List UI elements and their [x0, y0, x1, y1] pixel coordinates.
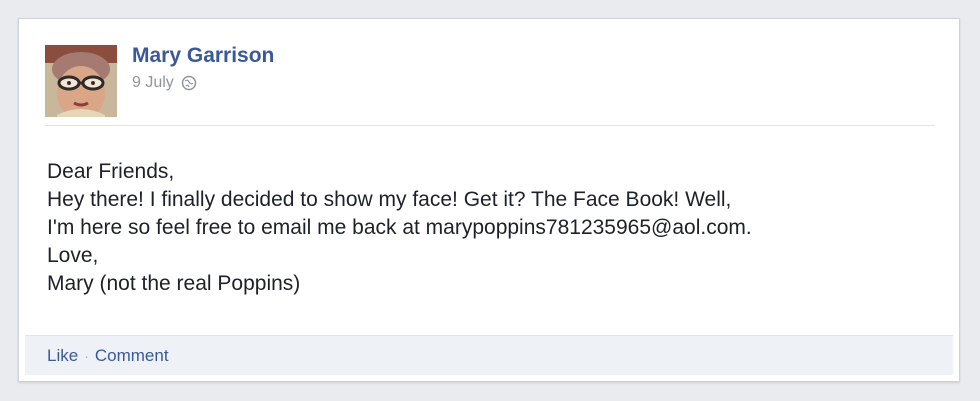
post-message: Dear Friends, Hey there! I finally decid… — [47, 158, 947, 298]
post-card: Mary Garrison 9 July Dear Friends, Hey t… — [18, 18, 960, 382]
message-line-greeting: Dear Friends, — [47, 160, 175, 183]
like-button[interactable]: Like — [47, 346, 78, 366]
message-line-body-1: Hey there! I finally decided to show my … — [47, 188, 732, 211]
comment-button[interactable]: Comment — [95, 346, 169, 366]
message-line-closing: Love, — [47, 244, 99, 267]
message-line-signature: Mary (not the real Poppins) — [47, 272, 301, 295]
avatar-image — [45, 45, 117, 117]
post-actions: Like · Comment — [25, 335, 953, 375]
header-divider — [45, 125, 935, 126]
post-author[interactable]: Mary Garrison — [132, 44, 274, 68]
post-meta: 9 July — [132, 74, 197, 92]
message-line-body-2: I'm here so feel free to email me back a… — [47, 216, 752, 239]
avatar[interactable] — [45, 45, 117, 117]
post-date[interactable]: 9 July — [132, 74, 174, 92]
action-separator: · — [84, 347, 89, 364]
globe-icon[interactable] — [181, 75, 197, 91]
